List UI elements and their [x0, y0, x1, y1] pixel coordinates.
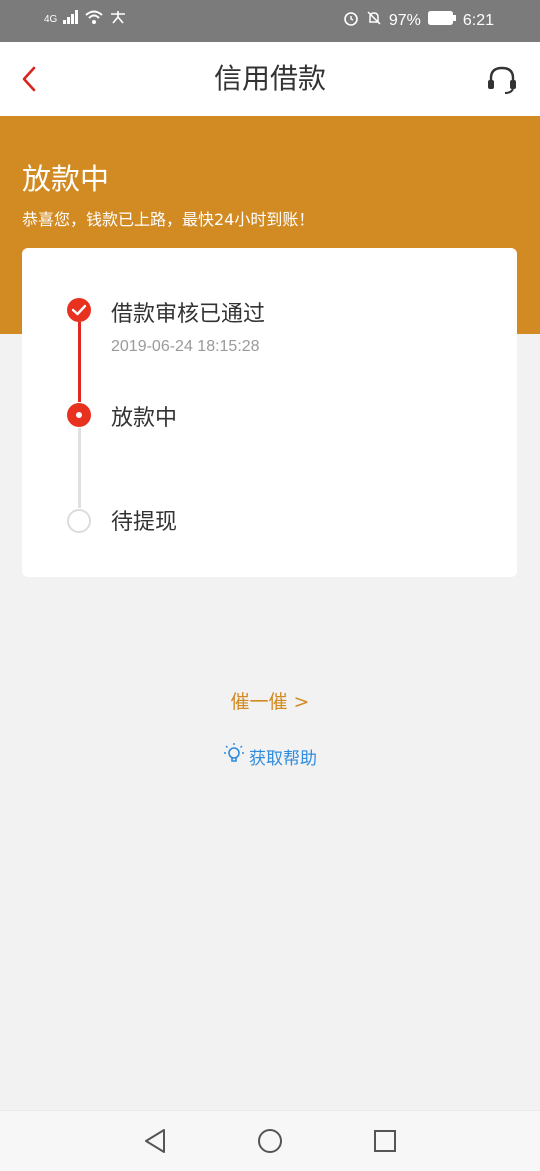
- banner-subtitle: 恭喜您，钱款已上路，最快24小时到账！: [22, 210, 315, 229]
- lightbulb-icon: [223, 742, 245, 771]
- page-title: 信用借款: [213, 62, 326, 95]
- pending-step-circle-icon: [67, 509, 91, 533]
- nav-recents-icon[interactable]: [372, 1128, 398, 1158]
- battery-percent: 97%: [388, 11, 421, 29]
- nav-home-icon[interactable]: [256, 1127, 284, 1159]
- headset-icon: [488, 66, 516, 94]
- signal-icon: [63, 10, 79, 29]
- system-nav-bar: [0, 1110, 540, 1171]
- network-label: 4G: [44, 14, 58, 25]
- timeline-line-done: [78, 322, 81, 402]
- status-right: 97% 6:21: [343, 10, 494, 31]
- step-time-approved: 2019-06-24 18:15:28: [111, 338, 260, 355]
- get-help-label: 获取帮助: [249, 749, 317, 769]
- status-bar: 4G 97% 6:21: [0, 0, 540, 42]
- customer-service-button[interactable]: [484, 62, 520, 98]
- active-step-dot-icon: [67, 403, 91, 427]
- step-label-disbursing: 放款中: [111, 406, 178, 431]
- nav-bar: 信用借款: [0, 42, 540, 116]
- battery-icon: [427, 11, 456, 30]
- step-label-approved: 借款审核已通过: [111, 302, 266, 327]
- banner-title: 放款中: [22, 162, 110, 196]
- urge-button[interactable]: 催一催 >: [0, 687, 540, 714]
- alarm-icon: [343, 10, 359, 31]
- get-help-link[interactable]: 获取帮助: [0, 742, 540, 771]
- notification-icon: [109, 10, 127, 29]
- step-label-withdraw: 待提现: [111, 510, 178, 535]
- mute-bell-icon: [366, 10, 382, 31]
- progress-card: 借款审核已通过 2019-06-24 18:15:28 放款中 待提现: [22, 248, 517, 577]
- status-left: 4G: [44, 10, 127, 29]
- clock-time: 6:21: [462, 11, 494, 29]
- nav-back-icon[interactable]: [142, 1127, 168, 1159]
- check-circle-icon: [67, 298, 91, 322]
- timeline-line-pending: [78, 428, 81, 508]
- wifi-icon: [85, 10, 104, 29]
